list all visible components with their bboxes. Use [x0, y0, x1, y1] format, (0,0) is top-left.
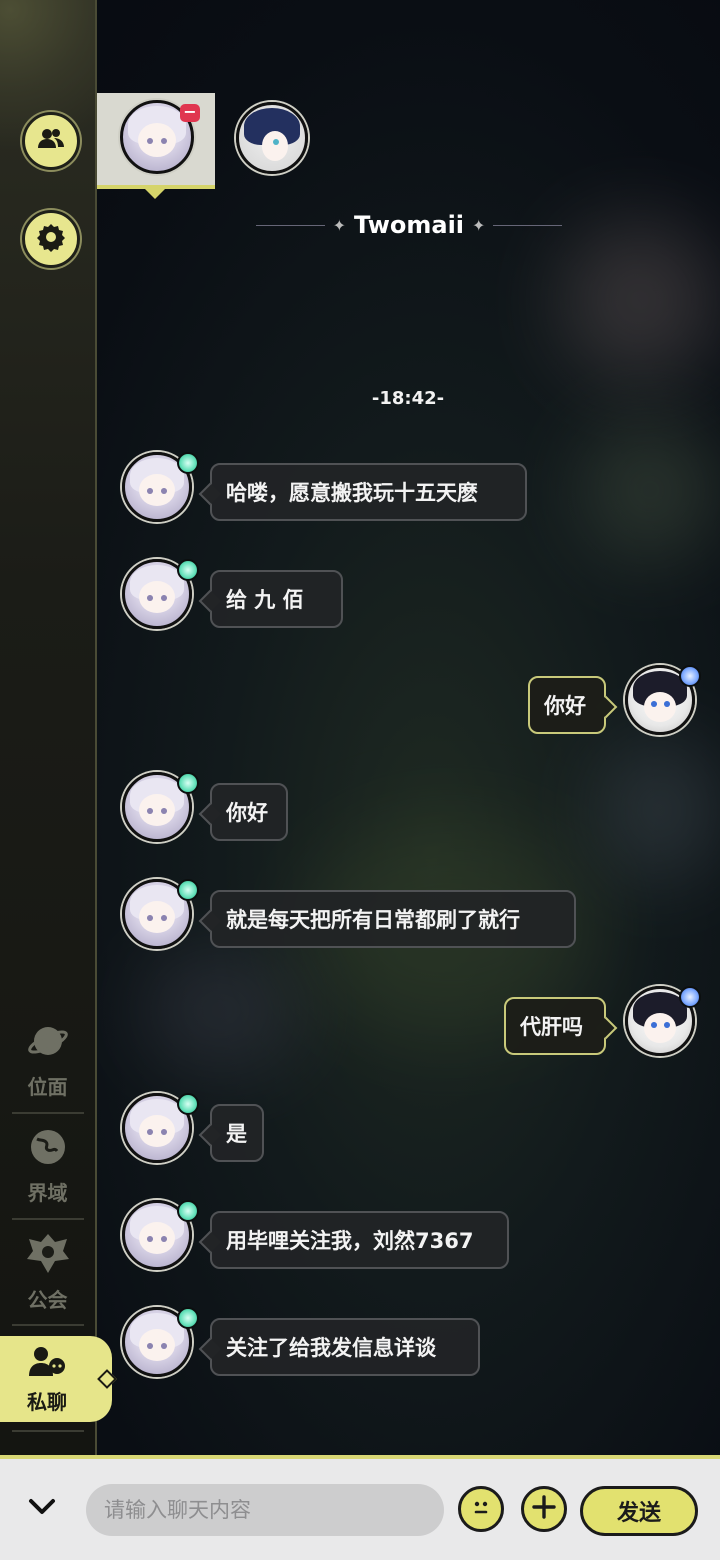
sidebar-item-label: 私聊	[27, 1389, 67, 1414]
message-row: 给 九 佰	[0, 559, 720, 639]
tab-pointer-icon	[145, 189, 165, 199]
remove-badge[interactable]: −	[180, 104, 200, 122]
collapse-button[interactable]	[22, 1489, 62, 1529]
divider	[256, 224, 325, 226]
message-row: 就是每天把所有日常都刷了就行	[0, 879, 720, 959]
friends-button[interactable]	[22, 112, 80, 170]
status-badge	[177, 1093, 199, 1115]
message-bubble[interactable]: 就是每天把所有日常都刷了就行	[210, 890, 576, 948]
background-blur	[560, 220, 720, 380]
message-bubble[interactable]: 你好	[210, 783, 288, 841]
message-bubble[interactable]: 哈喽，愿意搬我玩十五天麽	[210, 463, 527, 521]
status-badge	[177, 452, 199, 474]
add-button[interactable]	[521, 1486, 567, 1532]
message-row: 是	[0, 1093, 720, 1173]
sparkle-icon: ✦	[472, 215, 486, 235]
emoji-button[interactable]	[458, 1486, 504, 1532]
status-badge	[177, 772, 199, 794]
avatar[interactable]	[236, 102, 308, 174]
message-bubble[interactable]: 关注了给我发信息详谈	[210, 1318, 480, 1376]
chat-input-bar: 发送	[0, 1455, 720, 1560]
settings-button[interactable]	[22, 210, 80, 268]
message-row: 代肝吗	[0, 986, 720, 1066]
message-bubble[interactable]: 代肝吗	[504, 997, 606, 1055]
plus-icon	[530, 1493, 558, 1525]
message-bubble[interactable]: 给 九 佰	[210, 570, 343, 628]
divider	[12, 1430, 84, 1432]
message-row: 用毕哩关注我，刘然7367	[0, 1200, 720, 1280]
timestamp: -18:42-	[371, 388, 445, 409]
message-bubble[interactable]: 用毕哩关注我，刘然7367	[210, 1211, 509, 1269]
contact-name: Twomaii	[353, 211, 465, 239]
gear-icon	[35, 221, 67, 257]
message-bubble[interactable]: 是	[210, 1104, 264, 1162]
status-badge	[679, 986, 701, 1008]
divider	[493, 224, 562, 226]
status-badge	[177, 1200, 199, 1222]
sparkle-icon: ✦	[332, 215, 346, 235]
status-badge	[177, 879, 199, 901]
chevron-down-icon	[27, 1497, 57, 1521]
message-row: 关注了给我发信息详谈	[0, 1307, 720, 1387]
message-input[interactable]	[86, 1484, 444, 1536]
message-row: 你好	[0, 665, 720, 745]
status-badge	[177, 559, 199, 581]
emoji-icon	[466, 1492, 496, 1526]
status-badge	[177, 1307, 199, 1329]
message-row: 你好	[0, 772, 720, 852]
friends-icon	[36, 124, 66, 158]
send-button[interactable]: 发送	[580, 1486, 698, 1536]
chat-title: ✦ Twomaii ✦	[256, 205, 562, 245]
message-row: 哈喽，愿意搬我玩十五天麽	[0, 452, 720, 532]
status-badge	[679, 665, 701, 687]
message-bubble[interactable]: 你好	[528, 676, 606, 734]
